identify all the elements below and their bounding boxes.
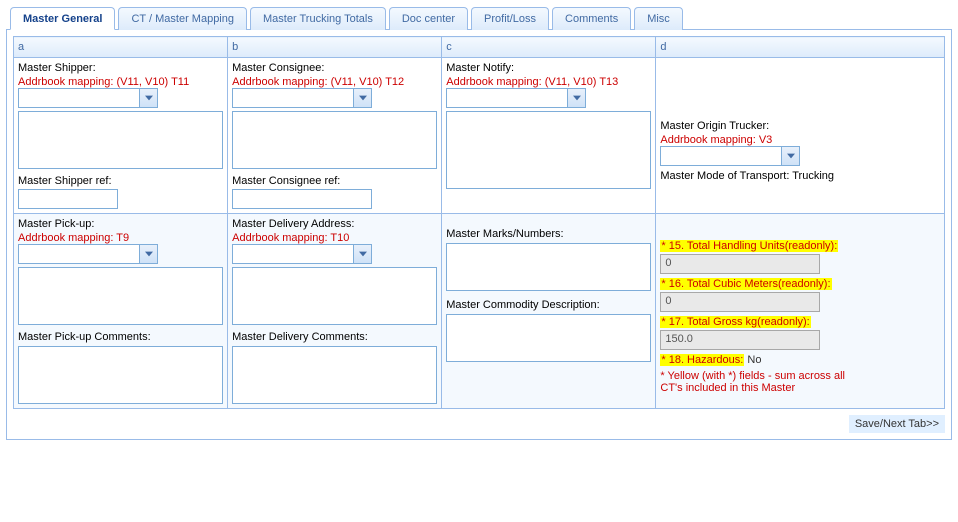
marks-textarea[interactable] [446, 243, 651, 291]
total-handling-units-value: 0 [660, 254, 820, 274]
chevron-down-icon[interactable] [781, 147, 799, 165]
panel-master-general: a b c d Master Shipper: Addrbook mapping… [6, 30, 952, 440]
delivery-comments-textarea[interactable] [232, 346, 437, 404]
notify-mapping: Addrbook mapping: (V11, V10) T13 [446, 76, 651, 88]
pickup-combo[interactable] [18, 244, 158, 264]
save-next-tab-button[interactable]: Save/Next Tab>> [849, 415, 945, 433]
origin-trucker-combo-input[interactable] [661, 147, 781, 165]
tab-misc[interactable]: Misc [634, 7, 683, 30]
shipper-label: Master Shipper: [18, 62, 223, 74]
notify-textarea[interactable] [446, 111, 651, 189]
footer: Save/Next Tab>> [13, 415, 945, 433]
notify-label: Master Notify: [446, 62, 651, 74]
total-cubic-meters-value: 0 [660, 292, 820, 312]
pickup-textarea[interactable] [18, 267, 223, 325]
shipper-ref-label: Master Shipper ref: [18, 175, 223, 187]
shipper-combo-input[interactable] [19, 89, 139, 107]
tab-comments[interactable]: Comments [552, 7, 631, 30]
delivery-textarea[interactable] [232, 267, 437, 325]
consignee-ref-label: Master Consignee ref: [232, 175, 437, 187]
consignee-combo[interactable] [232, 88, 372, 108]
commodity-label: Master Commodity Description: [446, 299, 651, 311]
chevron-down-icon[interactable] [139, 89, 157, 107]
marks-label: Master Marks/Numbers: [446, 228, 651, 240]
pickup-comments-textarea[interactable] [18, 346, 223, 404]
delivery-combo[interactable] [232, 244, 372, 264]
delivery-label: Master Delivery Address: [232, 218, 437, 230]
consignee-mapping: Addrbook mapping: (V11, V10) T12 [232, 76, 437, 88]
pickup-comments-label: Master Pick-up Comments: [18, 331, 223, 343]
yellow-fields-note: * Yellow (with *) fields - sum across al… [660, 370, 860, 394]
consignee-label: Master Consignee: [232, 62, 437, 74]
hazardous-value: No [747, 354, 761, 366]
tab-master-general[interactable]: Master General [10, 7, 115, 30]
origin-trucker-label: Master Origin Trucker: [660, 120, 940, 132]
origin-trucker-mapping: Addrbook mapping: V3 [660, 134, 940, 146]
shipper-mapping: Addrbook mapping: (V11, V10) T11 [18, 76, 223, 88]
pickup-combo-input[interactable] [19, 245, 139, 263]
col-header-a: a [14, 37, 228, 58]
total-gross-kg-value: 150.0 [660, 330, 820, 350]
col-header-d: d [656, 37, 945, 58]
tab-master-trucking-totals[interactable]: Master Trucking Totals [250, 7, 386, 30]
col-header-c: c [442, 37, 656, 58]
mode-of-transport-label: Master Mode of Transport: Trucking [660, 170, 940, 182]
chevron-down-icon[interactable] [353, 89, 371, 107]
shipper-textarea[interactable] [18, 111, 223, 169]
col-header-b: b [228, 37, 442, 58]
shipper-combo[interactable] [18, 88, 158, 108]
delivery-combo-input[interactable] [233, 245, 353, 263]
delivery-comments-label: Master Delivery Comments: [232, 331, 437, 343]
tab-profit-loss[interactable]: Profit/Loss [471, 7, 549, 30]
total-handling-units-label: * 15. Total Handling Units(readonly): [660, 240, 838, 252]
total-cubic-meters-label: * 16. Total Cubic Meters(readonly): [660, 278, 831, 290]
consignee-combo-input[interactable] [233, 89, 353, 107]
chevron-down-icon[interactable] [567, 89, 585, 107]
tab-bar: Master General CT / Master Mapping Maste… [6, 6, 952, 30]
chevron-down-icon[interactable] [139, 245, 157, 263]
commodity-textarea[interactable] [446, 314, 651, 362]
chevron-down-icon[interactable] [353, 245, 371, 263]
consignee-textarea[interactable] [232, 111, 437, 169]
pickup-label: Master Pick-up: [18, 218, 223, 230]
hazardous-label: * 18. Hazardous: [660, 354, 744, 366]
notify-combo[interactable] [446, 88, 586, 108]
tab-doc-center[interactable]: Doc center [389, 7, 468, 30]
layout-grid: a b c d Master Shipper: Addrbook mapping… [13, 36, 945, 409]
delivery-mapping: Addrbook mapping: T10 [232, 232, 437, 244]
tab-ct-master-mapping[interactable]: CT / Master Mapping [118, 7, 247, 30]
total-gross-kg-label: * 17. Total Gross kg(readonly): [660, 316, 810, 328]
origin-trucker-combo[interactable] [660, 146, 800, 166]
pickup-mapping: Addrbook mapping: T9 [18, 232, 223, 244]
shipper-ref-input[interactable] [18, 189, 118, 209]
notify-combo-input[interactable] [447, 89, 567, 107]
consignee-ref-input[interactable] [232, 189, 372, 209]
